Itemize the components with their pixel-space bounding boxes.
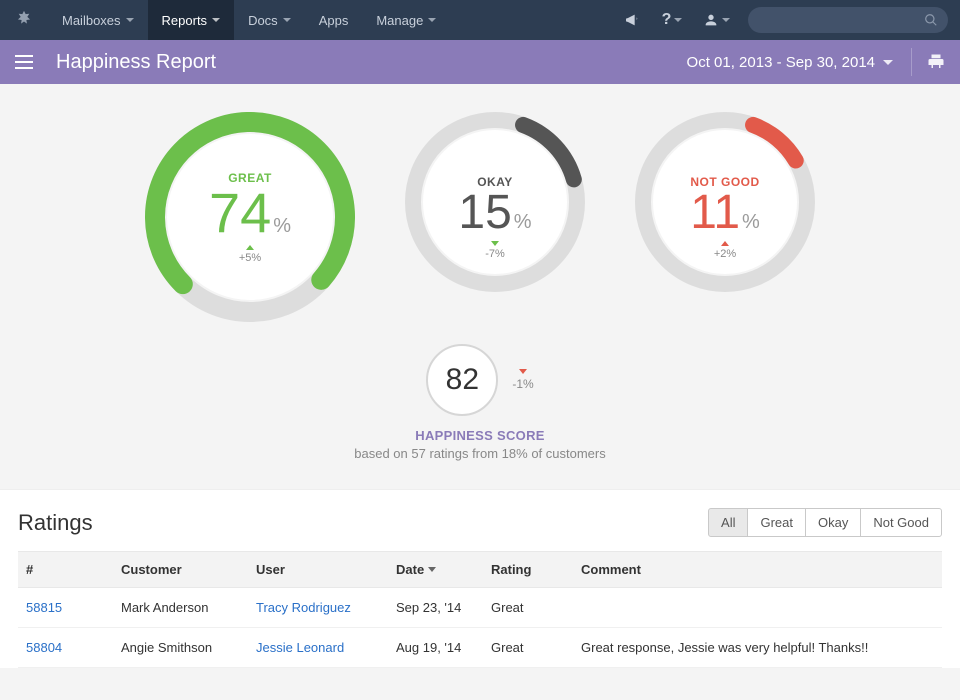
gauge-delta-value: +2% [714, 248, 736, 260]
print-button[interactable] [912, 53, 960, 71]
rating-comment: Great response, Jessie was very helpful!… [573, 628, 942, 668]
ratings-table: #CustomerUserDateRatingComment 58815 Mar… [18, 551, 942, 668]
ratings-section: Ratings AllGreatOkayNot Good #CustomerUs… [0, 489, 960, 668]
gauge-value: 15 [458, 189, 511, 237]
happiness-score: 82 -1% HAPPINESS SCORE based on 57 ratin… [0, 332, 960, 489]
menu-toggle-icon[interactable] [0, 40, 48, 84]
score-delta-value: -1% [512, 377, 533, 391]
chevron-down-icon [126, 18, 134, 22]
nav-item-docs[interactable]: Docs [234, 0, 305, 40]
col-date[interactable]: Date [388, 552, 483, 588]
page-title: Happiness Report [48, 51, 216, 74]
announcement-icon[interactable] [612, 0, 652, 40]
score-delta: -1% [512, 369, 533, 391]
rating-customer: Mark Anderson [113, 588, 248, 628]
nav-item-manage[interactable]: Manage [362, 0, 450, 40]
rating-user-link[interactable]: Tracy Rodriguez [256, 600, 351, 615]
rating-customer: Angie Smithson [113, 628, 248, 668]
gauge-delta: +2% [714, 241, 736, 260]
col-customer[interactable]: Customer [113, 552, 248, 588]
chevron-down-icon [883, 60, 893, 65]
top-nav: Mailboxes Reports Docs Apps Manage ? [0, 0, 960, 40]
filter-not-good[interactable]: Not Good [860, 508, 942, 537]
nav-item-label: Manage [376, 13, 423, 28]
table-row: 58815 Mark Anderson Tracy Rodriguez Sep … [18, 588, 942, 628]
gauge-value: 74 [209, 185, 271, 241]
chevron-down-icon [212, 18, 220, 22]
col-[interactable]: # [18, 552, 113, 588]
rating-comment [573, 588, 942, 628]
gauge-okay: OKAY 15 % -7% [405, 112, 585, 322]
search-icon [924, 13, 938, 27]
nav-item-label: Apps [319, 13, 349, 28]
gauge-delta: +5% [239, 245, 261, 264]
help-icon[interactable]: ? [652, 0, 692, 40]
ratings-title: Ratings [18, 510, 93, 536]
nav-item-mailboxes[interactable]: Mailboxes [48, 0, 148, 40]
date-range-picker[interactable]: Oct 01, 2013 - Sep 30, 2014 [687, 54, 893, 71]
chevron-down-icon [283, 18, 291, 22]
rating-date: Aug 19, '14 [388, 628, 483, 668]
gauge-not-good: NOT GOOD 11 % +2% [635, 112, 815, 322]
chevron-down-icon [428, 18, 436, 22]
triangle-down-icon [491, 241, 499, 246]
gauge-value: 11 [690, 189, 740, 237]
gauge-great: GREAT 74 % +5% [145, 112, 355, 322]
sort-desc-icon [428, 567, 436, 572]
triangle-up-icon [246, 245, 254, 250]
search-input[interactable] [748, 7, 948, 33]
score-title: HAPPINESS SCORE [0, 428, 960, 443]
rating-date: Sep 23, '14 [388, 588, 483, 628]
report-header: Happiness Report Oct 01, 2013 - Sep 30, … [0, 40, 960, 84]
table-row: 58804 Angie Smithson Jessie Leonard Aug … [18, 628, 942, 668]
triangle-down-icon [519, 369, 527, 374]
percent-sign: % [742, 211, 760, 234]
gauge-delta: -7% [485, 241, 505, 260]
nav-item-label: Reports [162, 13, 208, 28]
rating-id-link[interactable]: 58815 [26, 600, 62, 615]
rating-user-link[interactable]: Jessie Leonard [256, 640, 344, 655]
gauge-row: GREAT 74 % +5% OKAY 15 % -7% NOT GOOD 11… [0, 84, 960, 332]
filter-all[interactable]: All [708, 508, 748, 537]
gauge-delta-value: +5% [239, 252, 261, 264]
triangle-up-icon [721, 241, 729, 246]
col-rating[interactable]: Rating [483, 552, 573, 588]
user-menu-icon[interactable] [692, 0, 740, 40]
percent-sign: % [514, 211, 532, 234]
nav-item-label: Mailboxes [62, 13, 121, 28]
col-user[interactable]: User [248, 552, 388, 588]
filter-okay[interactable]: Okay [805, 508, 861, 537]
rating-value: Great [483, 628, 573, 668]
score-value: 82 [426, 344, 498, 416]
ratings-filter-group: AllGreatOkayNot Good [708, 508, 942, 537]
rating-id-link[interactable]: 58804 [26, 640, 62, 655]
nav-item-reports[interactable]: Reports [148, 0, 235, 40]
nav-item-apps[interactable]: Apps [305, 0, 363, 40]
gauge-delta-value: -7% [485, 248, 505, 260]
app-logo[interactable] [0, 9, 48, 31]
print-icon [927, 53, 945, 71]
filter-great[interactable]: Great [747, 508, 806, 537]
rating-value: Great [483, 588, 573, 628]
percent-sign: % [273, 215, 291, 238]
score-subtitle: based on 57 ratings from 18% of customer… [0, 446, 960, 461]
nav-item-label: Docs [248, 13, 278, 28]
date-range-label: Oct 01, 2013 - Sep 30, 2014 [687, 54, 875, 71]
col-comment[interactable]: Comment [573, 552, 942, 588]
